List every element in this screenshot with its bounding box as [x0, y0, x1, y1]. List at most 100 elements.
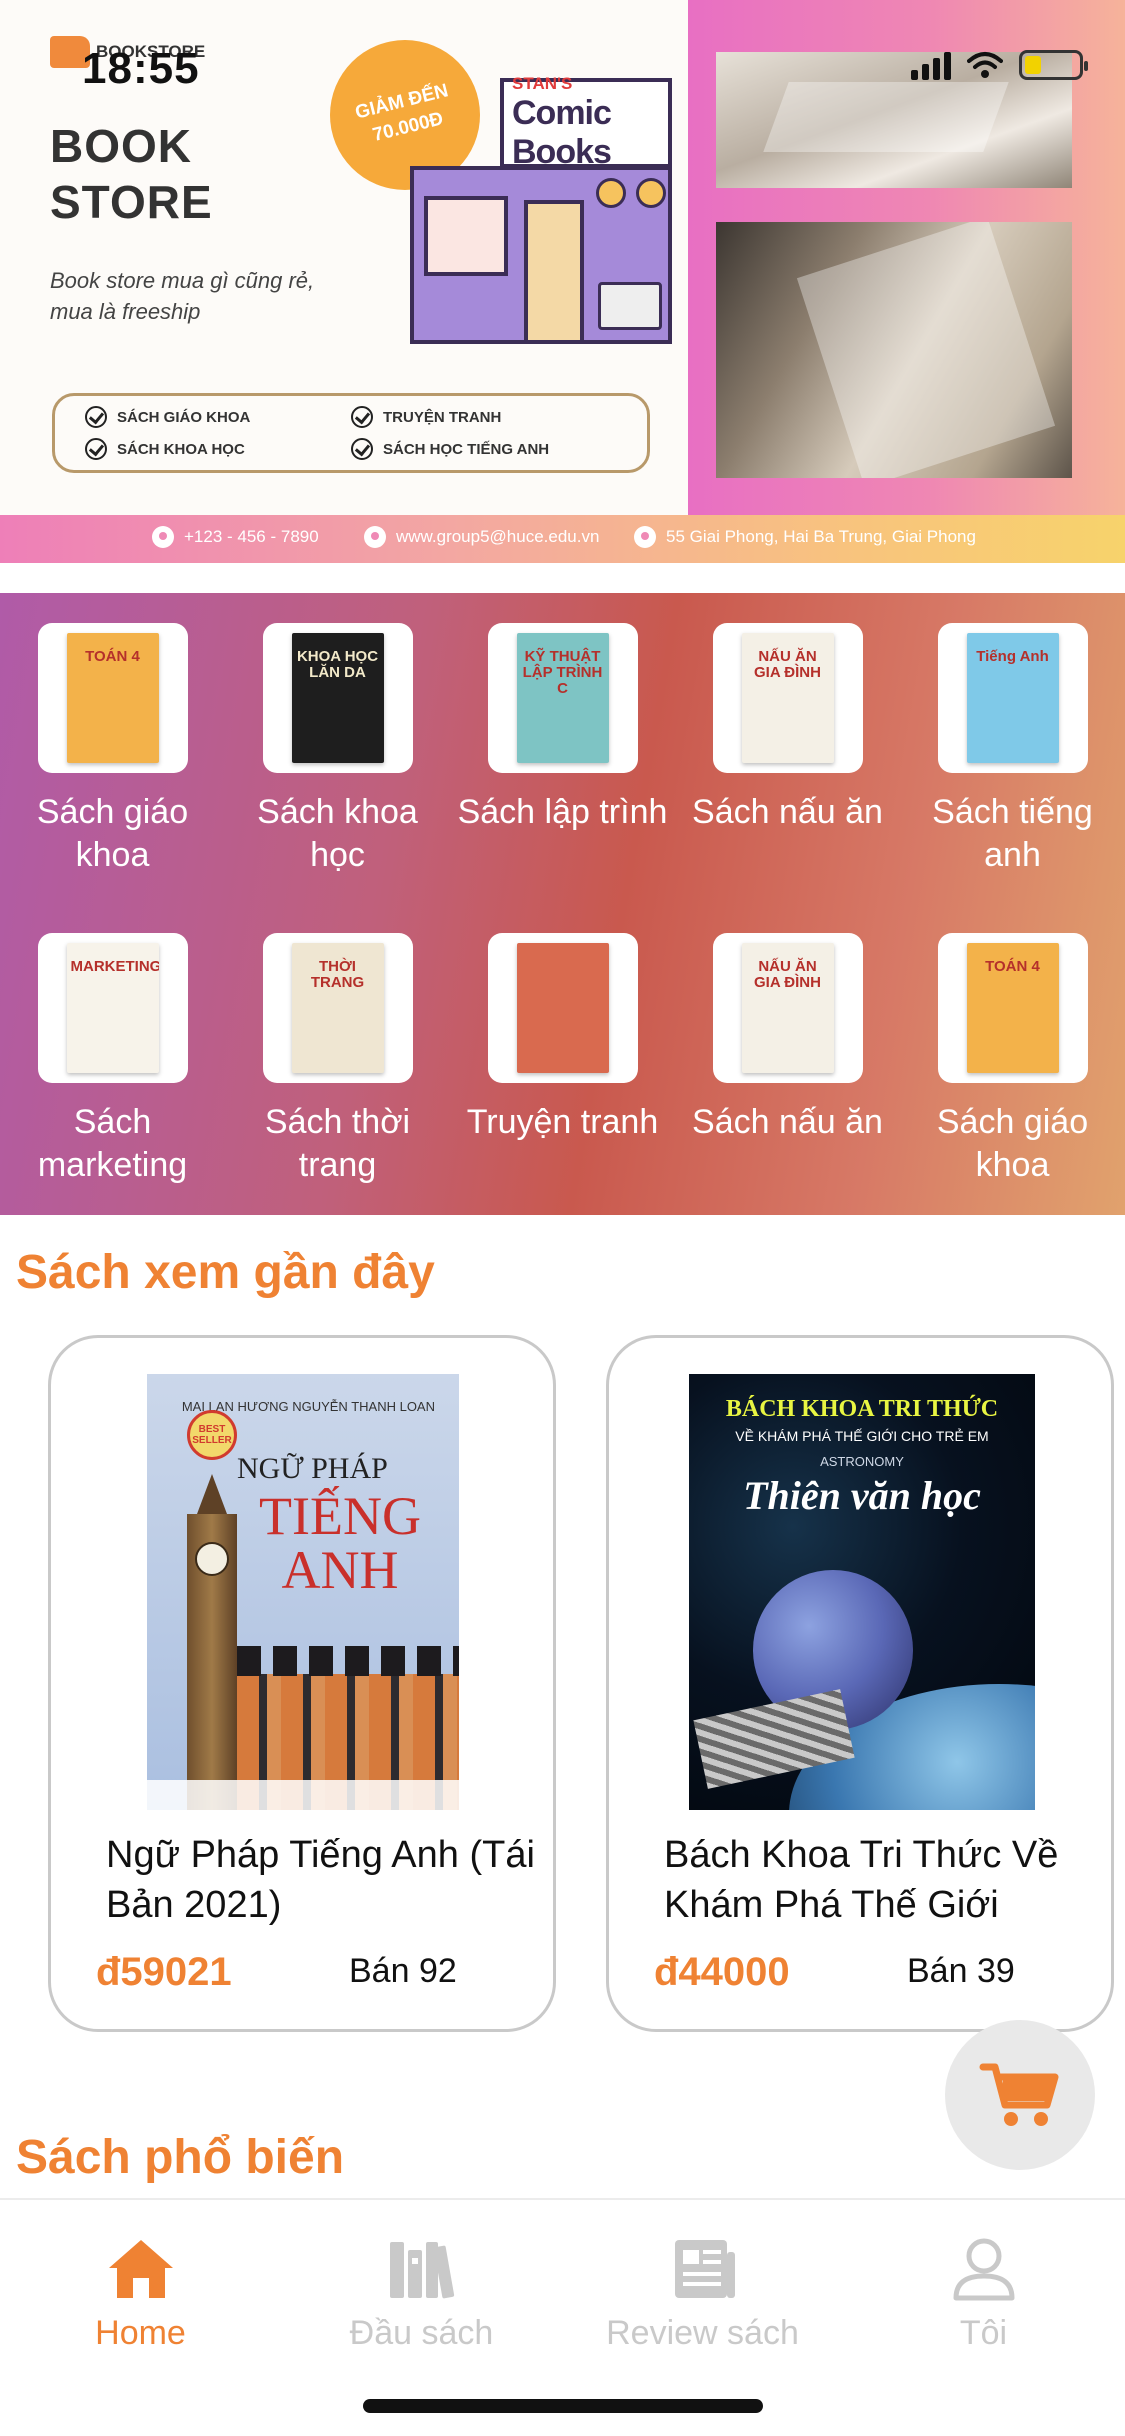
home-icon: [108, 2240, 173, 2298]
category-book-cover: NẤU ĂN GIA ĐÌNH: [741, 633, 834, 763]
feature-item: TRUYỆN TRANH: [351, 406, 617, 428]
shop-sign-name: Comic Books: [512, 94, 612, 171]
category-label: Truyện tranh: [466, 1103, 659, 1141]
cover-series-title: BÁCH KHOA TRI THỨC: [725, 1396, 999, 1422]
cover-topic: ASTRONOMY: [820, 1454, 904, 1469]
home-indicator[interactable]: [363, 2399, 763, 2413]
category-item[interactable]: NẤU ĂN GIA ĐÌNH Sách nấu ăn: [675, 623, 900, 834]
shopping-cart-icon: [979, 2063, 1059, 2126]
comic-shop-sign: STAN'S Comic Books: [500, 74, 672, 171]
category-item[interactable]: TOÁN 4 Sách giáo khoa: [0, 623, 225, 877]
category-item[interactable]: KHOA HỌC LĂN DA Sách khoa học: [225, 623, 450, 877]
book-cover-image: BÁCH KHOA TRI THỨC VỀ KHÁM PHÁ THẾ GIỚI …: [689, 1374, 1035, 1810]
promo-banner[interactable]: BOOKSTORE BOOK STORE Book store mua gì c…: [0, 0, 1125, 563]
best-seller-badge: BEST SELLER: [187, 1410, 237, 1460]
category-thumbnail: MARKETING: [37, 933, 188, 1083]
cart-button[interactable]: [945, 2020, 1095, 2170]
recent-books-title: Sách xem gần đây: [16, 1246, 435, 1299]
check-circle-icon: [351, 438, 373, 460]
check-circle-icon: [85, 406, 107, 428]
tab-home[interactable]: Home: [0, 2236, 281, 2353]
air-conditioner-icon: [598, 282, 662, 330]
feature-item: SÁCH KHOA HỌC: [85, 438, 351, 460]
category-item[interactable]: KỸ THUẬT LẬP TRÌNH C Sách lập trình: [450, 623, 675, 834]
feature-item: SÁCH GIÁO KHOA: [85, 406, 351, 428]
phone-icon: [152, 526, 174, 548]
product-price: đ44000: [654, 1950, 790, 1994]
tab-reviews[interactable]: Review sách: [562, 2236, 843, 2353]
tab-reviews-label: Review sách: [606, 2314, 799, 2352]
contact-phone: +123 - 456 - 7890: [152, 526, 319, 548]
status-bar-icons: [911, 50, 1088, 80]
category-item[interactable]: THỜI TRANG Sách thời trang: [225, 933, 450, 1187]
check-circle-icon: [85, 438, 107, 460]
shop-window: [424, 196, 508, 276]
banner-feature-list: SÁCH GIÁO KHOA TRUYỆN TRANH SÁCH KHOA HỌ…: [52, 393, 650, 473]
category-book-cover: [516, 943, 609, 1073]
category-thumbnail: NẤU ĂN GIA ĐÌNH: [712, 623, 863, 773]
category-item[interactable]: Tiếng Anh Sách tiếng anh: [900, 623, 1125, 877]
category-item[interactable]: TOÁN 4 Sách giáo khoa: [900, 933, 1125, 1187]
category-book-cover: TOÁN 4: [966, 943, 1059, 1073]
battery-icon: [1019, 50, 1088, 80]
news-icon: [674, 2240, 735, 2298]
category-label: Sách marketing: [37, 1103, 188, 1184]
category-cover-title: MARKETING: [70, 958, 159, 975]
cover-title-line2: TIẾNG ANH: [259, 1486, 421, 1600]
feature-item: SÁCH HỌC TIẾNG ANH: [351, 438, 617, 460]
product-card[interactable]: MAI LAN HƯƠNG NGUYỄN THANH LOAN BEST SEL…: [48, 1335, 556, 2032]
lamp-icon: [636, 178, 666, 208]
category-thumbnail: TOÁN 4: [937, 933, 1088, 1083]
wifi-icon: [967, 52, 1003, 78]
category-item[interactable]: NẤU ĂN GIA ĐÌNH Sách nấu ăn: [675, 933, 900, 1144]
category-book-cover: NẤU ĂN GIA ĐÌNH: [741, 943, 834, 1073]
category-book-cover: MARKETING: [66, 943, 159, 1073]
category-thumbnail: KỸ THUẬT LẬP TRÌNH C: [487, 623, 638, 773]
banner-title: BOOK STORE: [50, 120, 213, 228]
contact-website: www.group5@huce.edu.vn: [364, 526, 599, 548]
category-cover-title: TOÁN 4: [985, 958, 1040, 975]
cover-publisher-strip: [147, 1780, 459, 1810]
category-label: Sách tiếng anh: [932, 793, 1093, 874]
product-name: Bách Khoa Tri Thức Về Khám Phá Thế Giới: [664, 1834, 1059, 1926]
location-pin-icon: [634, 526, 656, 548]
cellular-signal-icon: [911, 50, 951, 80]
category-label: Sách nấu ăn: [692, 1103, 883, 1141]
tab-home-label: Home: [95, 2314, 186, 2352]
category-label: Sách giáo khoa: [36, 793, 189, 874]
shop-door: [524, 200, 584, 344]
category-cover-title: KHOA HỌC LĂN DA: [296, 648, 379, 681]
category-thumbnail: [487, 933, 638, 1083]
contact-address: 55 Giai Phong, Hai Ba Trung, Giai Phong: [634, 526, 976, 548]
check-circle-icon: [351, 406, 373, 428]
category-label: Sách nấu ăn: [692, 793, 883, 831]
tab-profile-label: Tôi: [959, 2314, 1008, 2352]
discount-badge-text: GIẢM ĐẾN 70.000Đ: [353, 80, 451, 147]
library-icon: [389, 2242, 454, 2299]
tab-profile[interactable]: Tôi: [843, 2236, 1124, 2353]
category-thumbnail: Tiếng Anh: [937, 623, 1088, 773]
product-name: Ngữ Pháp Tiếng Anh (Tái Bản 2021): [106, 1834, 535, 1926]
category-book-cover: TOÁN 4: [66, 633, 159, 763]
banner-tagline: Book store mua gì cũng rẻ, mua là freesh…: [50, 268, 315, 324]
tab-books[interactable]: Đầu sách: [281, 2236, 562, 2353]
category-item[interactable]: Truyện tranh: [450, 933, 675, 1144]
category-cover-title: Tiếng Anh: [976, 648, 1049, 665]
lamp-icon: [596, 178, 626, 208]
category-label: Sách khoa học: [257, 793, 418, 874]
category-thumbnail: NẤU ĂN GIA ĐÌNH: [712, 933, 863, 1083]
cover-title: Thiên văn học: [743, 1473, 981, 1518]
product-sold-count: Bán 39: [907, 1952, 1015, 1990]
category-item[interactable]: MARKETING Sách marketing: [0, 933, 225, 1187]
status-bar-time: 18:55: [82, 44, 200, 93]
category-book-cover: KHOA HỌC LĂN DA: [291, 633, 384, 763]
category-book-cover: THỜI TRANG: [291, 943, 384, 1073]
cover-title-line1: NGỮ PHÁP: [237, 1452, 388, 1485]
product-price: đ59021: [96, 1950, 232, 1994]
category-book-cover: Tiếng Anh: [966, 633, 1059, 763]
shop-sign-owner: STAN'S: [512, 74, 573, 93]
product-card[interactable]: BÁCH KHOA TRI THỨC VỀ KHÁM PHÁ THẾ GIỚI …: [606, 1335, 1114, 2032]
product-sold-count: Bán 92: [349, 1952, 457, 1990]
category-cover-title: TOÁN 4: [85, 648, 140, 665]
category-thumbnail: TOÁN 4: [37, 623, 188, 773]
